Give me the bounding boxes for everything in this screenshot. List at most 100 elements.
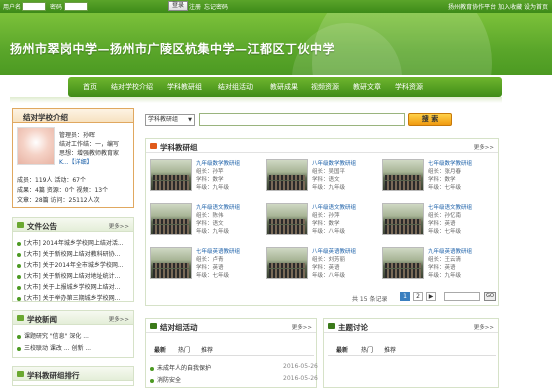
group-name-link[interactable]: 九年级语文教研组 — [196, 203, 240, 211]
tab-latest[interactable]: 最新 — [154, 345, 166, 354]
password-input[interactable] — [64, 2, 88, 11]
group-photo[interactable] — [266, 247, 308, 279]
group-card[interactable]: 七年级英语教研组 组长：卢青 学科：英语 年级：七年级 — [150, 247, 260, 281]
notice-more-link[interactable]: 更多>> — [109, 222, 129, 230]
group-leader: 组长：孙萍 — [312, 213, 340, 219]
photo-people-row — [153, 186, 189, 190]
register-link[interactable]: 注册 — [189, 2, 201, 11]
group-card[interactable]: 九年级英语教研组 组长：王云清 学科：英语 年级：九年级 — [382, 247, 492, 281]
username-input[interactable] — [22, 2, 46, 11]
forgot-password-link[interactable]: 忘记密码 — [204, 2, 228, 11]
group-card[interactable]: 八年级数学教研组 组长：吴国平 学科：语文 年级：九年级 — [266, 159, 376, 193]
group-photo[interactable] — [382, 203, 424, 235]
nav-item-home[interactable]: 首页 — [83, 82, 97, 92]
group-name-link[interactable]: 九年级英语教研组 — [428, 247, 472, 255]
school-news-title: 学校新闻 — [27, 315, 57, 324]
top-login-bar: 用户名 密码 登录 注册 忘记密码 扬州教育协作平台 加入收藏 设为首页 — [0, 0, 552, 13]
activity-item[interactable]: 消防安全 — [150, 375, 181, 384]
activity-item[interactable]: 未成年人的自我保护 — [150, 363, 211, 372]
notice-item[interactable]: [大市] 关于举办第三期城乡学校网... — [17, 293, 133, 302]
group-photo[interactable] — [150, 247, 192, 279]
photo-people-row — [269, 263, 305, 268]
group-subject: 学科：数学 — [428, 177, 456, 183]
topics-more-link[interactable]: 更多>> — [474, 323, 494, 331]
group-name-link[interactable]: 七年级语文教研组 — [428, 203, 472, 211]
group-leader: 组长：孙忆南 — [428, 213, 462, 219]
notice-item[interactable]: [大市] 2014年城乡学校网上结对活... — [17, 238, 133, 247]
next-page-icon[interactable]: ▶ — [426, 292, 436, 301]
group-subject: 学科：语文 — [312, 177, 340, 183]
login-button[interactable]: 登录 — [168, 1, 189, 11]
notice-item[interactable]: [大市] 关于新校网上结对教科研协... — [17, 249, 133, 258]
group-card[interactable]: 九年级数学教研组 组长：孙苹 学科：数学 年级：九年级 — [150, 159, 260, 193]
go-button[interactable]: GO — [484, 292, 496, 301]
group-name-link[interactable]: 九年级数学教研组 — [196, 159, 240, 167]
group-card[interactable]: 七年级语文教研组 组长：孙忆南 学科：英语 年级：七年级 — [382, 203, 492, 237]
photo-people-row — [269, 186, 305, 190]
nav-item-activities[interactable]: 结对组活动 — [218, 82, 253, 92]
topics-panel: 主题讨论 更多>> 最新 热门 推荐 — [323, 318, 499, 388]
nav-item-articles[interactable]: 教研文章 — [353, 82, 381, 92]
group-card[interactable]: 九年级语文教研组 组长：陈伟 学科：语文 年级：九年级 — [150, 203, 260, 237]
tab-latest[interactable]: 最新 — [336, 345, 348, 354]
search-button[interactable]: 搜 索 — [408, 113, 452, 126]
groups-more-link[interactable]: 更多>> — [474, 143, 494, 151]
group-grade: 年级：九年级 — [312, 185, 346, 191]
admin-text: 管理员：孙晖 — [59, 132, 96, 139]
group-leader: 组长：刘芳丽 — [312, 257, 346, 263]
tab-hot[interactable]: 热门 — [178, 345, 190, 354]
tab-hot[interactable]: 热门 — [361, 345, 373, 354]
group-photo[interactable] — [382, 247, 424, 279]
notice-item[interactable]: [大市] 关于2014年全市城乡学校网... — [17, 260, 133, 269]
search-category-select[interactable]: 学科教研组 ▼ — [145, 114, 195, 126]
group-photo[interactable] — [150, 203, 192, 235]
school-intro-panel: 结对学校介绍 管理员：孙晖 结对工作结：一，编写 思想：增强教师教育家 K...… — [12, 108, 134, 208]
top-right-links[interactable]: 扬州教育协作平台 加入收藏 设为首页 — [448, 2, 548, 11]
notice-item[interactable]: [大市] 关于新校网上结对地址统计... — [17, 271, 133, 280]
notice-item[interactable]: [大市] 关于上报城乡学校网上结对... — [17, 282, 133, 291]
notice-icon — [17, 222, 24, 228]
group-leader: 组长：孙苹 — [196, 169, 224, 175]
news-item[interactable]: 课题研究 "信息" 深化 ... — [17, 331, 133, 340]
nav-item-resources[interactable]: 学科资源 — [395, 82, 423, 92]
group-photo[interactable] — [266, 159, 308, 191]
photo-people-row — [153, 263, 189, 268]
nav-item-school-intro[interactable]: 结对学校介绍 — [111, 82, 153, 92]
nav-item-results[interactable]: 教研成果 — [270, 82, 298, 92]
photo-people-row — [385, 274, 421, 278]
page-jump-input[interactable] — [444, 292, 480, 301]
search-category-value: 学科教研组 — [148, 116, 179, 123]
search-input[interactable] — [199, 113, 405, 126]
school-logo-image — [17, 127, 55, 165]
group-subject: 学科：语文 — [196, 221, 224, 227]
nav-item-videos[interactable]: 视频资源 — [311, 82, 339, 92]
school-news-more-link[interactable]: 更多>> — [109, 315, 129, 323]
tab-recommended[interactable]: 推荐 — [201, 345, 213, 354]
detail-link[interactable]: K...【详细】 — [59, 157, 93, 166]
group-photo[interactable] — [382, 159, 424, 191]
group-card[interactable]: 八年级语文教研组 组长：孙萍 学科：数学 年级：八年级 — [266, 203, 376, 237]
group-photo[interactable] — [150, 159, 192, 191]
nav-item-subject-groups[interactable]: 学科教研组 — [167, 82, 202, 92]
group-photo[interactable] — [266, 203, 308, 235]
group-name-link[interactable]: 七年级英语教研组 — [196, 247, 240, 255]
group-name-link[interactable]: 八年级数学教研组 — [312, 159, 356, 167]
stats-articles: 文章：28篇 访问：25112人次 — [17, 197, 100, 204]
bullet-icon — [17, 285, 21, 290]
page-1-button[interactable]: 1 — [400, 292, 410, 301]
tab-recommended[interactable]: 推荐 — [384, 345, 396, 354]
group-card[interactable]: 八年级英语教研组 组长：刘芳丽 学科：英语 年级：八年级 — [266, 247, 376, 281]
photo-people-row — [269, 175, 305, 180]
group-name-link[interactable]: 八年级语文教研组 — [312, 203, 356, 211]
group-card[interactable]: 七年级数学教研组 组长：张月春 学科：数学 年级：七年级 — [382, 159, 492, 193]
photo-people-row — [269, 219, 305, 224]
photo-people-row — [153, 219, 189, 224]
pagination-total: 共 15 条记录 — [352, 296, 388, 303]
news-item[interactable]: 三校联动 课改 ... 创新 ... — [17, 343, 133, 352]
activity-more-link[interactable]: 更多>> — [292, 323, 312, 331]
group-grade: 年级：九年级 — [196, 185, 230, 191]
group-name-link[interactable]: 七年级数学教研组 — [428, 159, 472, 167]
work-text: 结对工作结：一，编写 — [59, 141, 120, 148]
group-name-link[interactable]: 八年级英语教研组 — [312, 247, 356, 255]
page-2-button[interactable]: 2 — [413, 292, 423, 301]
